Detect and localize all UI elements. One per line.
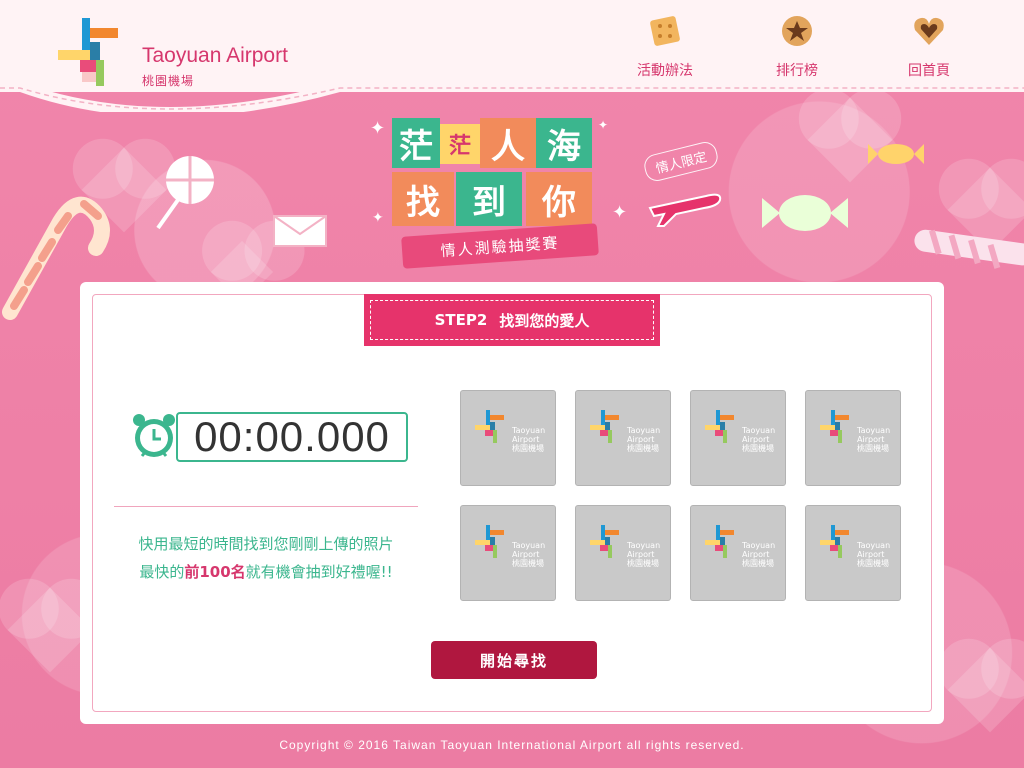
candy-icon <box>868 144 924 164</box>
sparkle-icon: ✦ <box>370 118 386 139</box>
alarm-clock-icon <box>133 414 175 457</box>
tile-logo: Taoyuan Airport 桃園機場 <box>817 408 891 468</box>
photo-tile[interactable]: Taoyuan Airport 桃園機場 <box>460 390 556 486</box>
top-navigation: 活動辦法 排行榜 回首頁 <box>630 12 964 80</box>
game-card: STEP2 找到您的愛人 00:00.000 快用最短的時間找到您剛剛上傳的照片… <box>80 282 944 724</box>
tile-name: Taoyuan Airport <box>742 541 776 559</box>
airport-logo-mark-icon <box>820 525 849 558</box>
airport-logo-mark-icon <box>475 525 504 558</box>
title-char: 茫 <box>440 124 480 164</box>
photo-tile[interactable]: Taoyuan Airport 桃園機場 <box>805 390 901 486</box>
wrapped-candy-icon <box>762 195 848 231</box>
title-char: 海 <box>536 118 592 168</box>
photo-grid: Taoyuan Airport 桃園機場 Taoyuan Airport 桃園機場 <box>460 390 902 602</box>
nav-home[interactable]: 回首頁 <box>894 12 964 80</box>
step-title: 找到您的愛人 <box>499 311 590 330</box>
photo-tile[interactable]: Taoyuan Airport 桃園機場 <box>460 505 556 601</box>
airport-logo[interactable]: Taoyuan Airport 桃園機場 <box>50 14 310 94</box>
nav-rules-label: 活動辦法 <box>637 63 693 79</box>
cookie-star-icon <box>782 16 812 46</box>
photo-tile[interactable]: Taoyuan Airport 桃園機場 <box>575 505 671 601</box>
tile-logo: Taoyuan Airport 桃園機場 <box>702 408 776 468</box>
nav-leaderboard-label: 排行榜 <box>776 63 818 79</box>
logo-english-text: Taoyuan Airport <box>142 44 288 67</box>
title-char: 找 <box>392 172 454 226</box>
tile-name-zh: 桃園機場 <box>512 444 544 453</box>
nav-home-label: 回首頁 <box>908 63 950 79</box>
section-divider <box>114 506 418 507</box>
airport-logo-mark-icon <box>590 410 619 443</box>
tile-logo: Taoyuan Airport 桃園機場 <box>587 523 661 583</box>
title-char: 人 <box>480 118 536 168</box>
instructions-highlight: 前100名 <box>184 563 246 581</box>
nav-rules[interactable]: 活動辦法 <box>630 12 700 80</box>
tile-name-zh: 桃園機場 <box>742 559 774 568</box>
tile-name-zh: 桃園機場 <box>857 444 889 453</box>
step-header: STEP2 找到您的愛人 <box>364 294 660 346</box>
envelope-icon <box>273 215 327 247</box>
tile-logo: Taoyuan Airport 桃園機場 <box>587 408 661 468</box>
footer-copyright: Copyright © 2016 Taiwan Taoyuan Internat… <box>279 738 745 752</box>
tile-name: Taoyuan Airport <box>512 426 546 444</box>
tile-name: Taoyuan Airport <box>627 426 661 444</box>
airport-logo-mark-icon <box>820 410 849 443</box>
tile-name: Taoyuan Airport <box>627 541 661 559</box>
sparkle-icon: ✦ <box>612 202 628 223</box>
photo-tile[interactable]: Taoyuan Airport 桃園機場 <box>690 390 786 486</box>
airport-logo-mark-icon <box>705 410 734 443</box>
tile-name: Taoyuan Airport <box>857 541 891 559</box>
airport-logo-mark-icon <box>475 410 504 443</box>
tile-name: Taoyuan Airport <box>742 426 776 444</box>
sparkle-icon: ✦ <box>598 118 609 132</box>
airport-logo-mark-icon <box>705 525 734 558</box>
tile-name-zh: 桃園機場 <box>857 559 889 568</box>
tile-name: Taoyuan Airport <box>512 541 546 559</box>
instructions-line-2: 最快的前100名就有機會抽到好禮喔!! <box>114 558 418 586</box>
tile-name: Taoyuan Airport <box>857 426 891 444</box>
sparkle-icon: ✦ <box>372 210 384 226</box>
start-search-button[interactable]: 開始尋找 <box>431 641 597 679</box>
instructions-line-1: 快用最短的時間找到您剛剛上傳的照片 <box>138 535 394 553</box>
cracker-icon <box>650 16 680 46</box>
nav-leaderboard[interactable]: 排行榜 <box>762 12 832 80</box>
instructions-text: 快用最短的時間找到您剛剛上傳的照片 最快的前100名就有機會抽到好禮喔!! <box>114 530 418 586</box>
title-char: 你 <box>526 172 592 226</box>
airplane-icon <box>648 193 722 227</box>
tile-logo: Taoyuan Airport 桃園機場 <box>702 523 776 583</box>
airport-logo-mark-icon <box>58 18 118 86</box>
tile-logo: Taoyuan Airport 桃園機場 <box>472 408 546 468</box>
instructions-prefix: 最快的 <box>139 563 185 581</box>
instructions-suffix: 就有機會抽到好禮喔!! <box>245 563 393 581</box>
photo-tile[interactable]: Taoyuan Airport 桃園機場 <box>805 505 901 601</box>
tile-name-zh: 桃園機場 <box>627 559 659 568</box>
tile-name-zh: 桃園機場 <box>742 444 774 453</box>
heart-cookie-icon <box>914 17 944 45</box>
header-bar: Taoyuan Airport 桃園機場 活動辦法 排行榜 回首頁 <box>0 0 1024 92</box>
tile-logo: Taoyuan Airport 桃園機場 <box>817 523 891 583</box>
straw-candy-icon <box>914 229 1024 269</box>
tile-name-zh: 桃園機場 <box>627 444 659 453</box>
lollipop-icon <box>156 156 214 230</box>
logo-chinese-text: 桃園機場 <box>142 74 195 88</box>
title-char: 茫 <box>392 118 440 168</box>
title-char: 到 <box>456 172 522 226</box>
step-number: STEP2 <box>434 311 488 329</box>
timer-display: 00:00.000 <box>176 412 408 462</box>
airport-logo-mark-icon <box>590 525 619 558</box>
tile-logo: Taoyuan Airport 桃園機場 <box>472 523 546 583</box>
timer: 00:00.000 <box>130 408 410 462</box>
photo-tile[interactable]: Taoyuan Airport 桃園機場 <box>690 505 786 601</box>
hero-subtitle: 情人測驗抽獎賽 <box>401 223 599 269</box>
hero-title: 茫 茫 人 海 找 到 你 情人測驗抽獎賽 <box>392 118 612 269</box>
tile-name-zh: 桃園機場 <box>512 559 544 568</box>
photo-tile[interactable]: Taoyuan Airport 桃園機場 <box>575 390 671 486</box>
